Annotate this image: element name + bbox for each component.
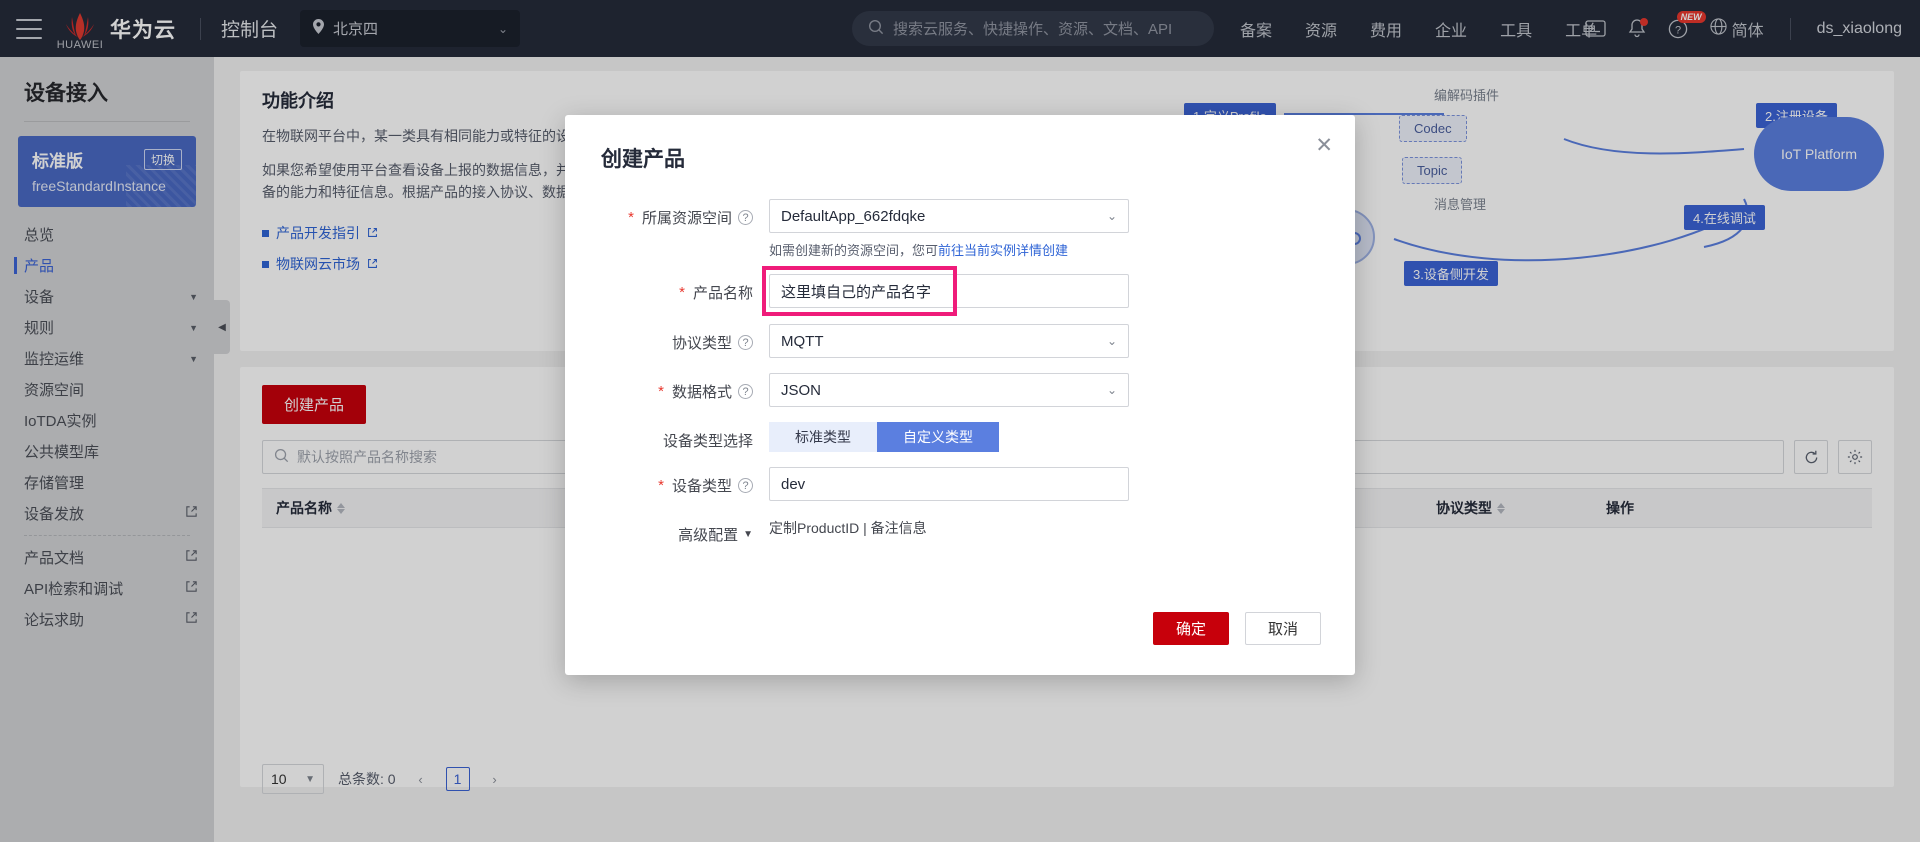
control-device-type-select: 标准类型 自定义类型	[769, 422, 999, 452]
data-format-select[interactable]: JSON ⌄	[769, 373, 1129, 407]
label-protocol-type: 协议类型 ?	[601, 324, 753, 353]
form-row-resource-space: * 所属资源空间 ? DefaultApp_662fdqke ⌄ 如需创建新的资…	[601, 199, 1319, 259]
selected-value: JSON	[781, 381, 822, 399]
input-value: 这里填自己的产品名字	[781, 283, 932, 301]
confirm-button[interactable]: 确定	[1153, 612, 1229, 645]
field-label-text: 产品名称	[692, 285, 753, 302]
label-device-type: * 设备类型 ?	[601, 467, 753, 496]
control-resource-space: DefaultApp_662fdqke ⌄ 如需创建新的资源空间，您可前往当前实…	[769, 199, 1129, 259]
form-row-advanced-config: 高级配置 ▼ 定制ProductID | 备注信息	[601, 516, 1319, 545]
control-advanced-config: 定制ProductID | 备注信息	[769, 516, 927, 538]
field-label-text: 数据格式	[671, 384, 732, 401]
label-data-format: * 数据格式 ?	[601, 373, 753, 402]
selected-value: MQTT	[781, 332, 824, 350]
create-product-dialog: 创建产品 ✕ * 所属资源空间 ? DefaultApp_662fdqke ⌄ …	[565, 115, 1355, 675]
chevron-down-icon: ⌄	[1106, 209, 1117, 223]
label-product-name: * 产品名称	[601, 274, 753, 303]
control-protocol-type: MQTT ⌄	[769, 324, 1129, 358]
hint-link[interactable]: 前往当前实例详情创建	[938, 243, 1068, 258]
segment-standard-type[interactable]: 标准类型	[769, 422, 877, 452]
required-asterisk: *	[628, 209, 634, 226]
help-icon[interactable]: ?	[738, 210, 753, 225]
form-row-device-type-select: 设备类型选择 标准类型 自定义类型	[601, 422, 1319, 452]
field-label-text: 高级配置	[678, 527, 739, 544]
form-row-data-format: * 数据格式 ? JSON ⌄	[601, 373, 1319, 407]
selected-value: DefaultApp_662fdqke	[781, 207, 926, 225]
product-name-input[interactable]: 这里填自己的产品名字	[769, 274, 1129, 308]
required-asterisk: *	[658, 383, 664, 400]
chevron-down-icon: ⌄	[1106, 334, 1117, 348]
control-data-format: JSON ⌄	[769, 373, 1129, 407]
device-type-segmented-control: 标准类型 自定义类型	[769, 422, 999, 452]
create-product-form: * 所属资源空间 ? DefaultApp_662fdqke ⌄ 如需创建新的资…	[565, 173, 1355, 545]
help-icon[interactable]: ?	[738, 478, 753, 493]
field-label-text: 设备类型选择	[662, 433, 753, 450]
resource-space-select[interactable]: DefaultApp_662fdqke ⌄	[769, 199, 1129, 233]
dialog-footer: 确定 取消	[1153, 612, 1321, 645]
cancel-button[interactable]: 取消	[1245, 612, 1321, 645]
field-label-text: 设备类型	[671, 478, 732, 495]
control-product-name: 这里填自己的产品名字	[762, 266, 1129, 316]
help-icon[interactable]: ?	[738, 335, 753, 350]
chevron-down-icon: ▼	[743, 529, 753, 540]
label-resource-space: * 所属资源空间 ?	[601, 199, 753, 228]
chevron-down-icon: ⌄	[1106, 383, 1117, 397]
form-row-protocol-type: 协议类型 ? MQTT ⌄	[601, 324, 1319, 358]
field-label-text: 协议类型	[671, 335, 732, 352]
protocol-type-select[interactable]: MQTT ⌄	[769, 324, 1129, 358]
control-device-type: dev	[769, 467, 1129, 501]
form-row-product-name: * 产品名称 这里填自己的产品名字	[601, 266, 1319, 316]
required-asterisk: *	[658, 477, 664, 494]
segment-custom-type[interactable]: 自定义类型	[877, 422, 999, 452]
label-advanced-config: 高级配置 ▼	[601, 516, 753, 545]
help-icon[interactable]: ?	[738, 384, 753, 399]
input-value: dev	[781, 475, 806, 493]
label-device-type-select: 设备类型选择	[601, 422, 753, 451]
device-type-input[interactable]: dev	[769, 467, 1129, 501]
hint-text: 如需创建新的资源空间，您可	[769, 243, 939, 258]
advanced-config-summary: 定制ProductID | 备注信息	[769, 520, 927, 536]
field-label-text: 所属资源空间	[641, 210, 732, 227]
dialog-title: 创建产品	[601, 148, 685, 171]
resource-space-hint: 如需创建新的资源空间，您可前往当前实例详情创建	[769, 240, 1129, 259]
required-asterisk: *	[679, 284, 685, 301]
form-row-device-type: * 设备类型 ? dev	[601, 467, 1319, 501]
close-icon[interactable]: ✕	[1315, 135, 1333, 156]
advanced-config-toggle[interactable]: 高级配置 ▼	[678, 524, 753, 545]
